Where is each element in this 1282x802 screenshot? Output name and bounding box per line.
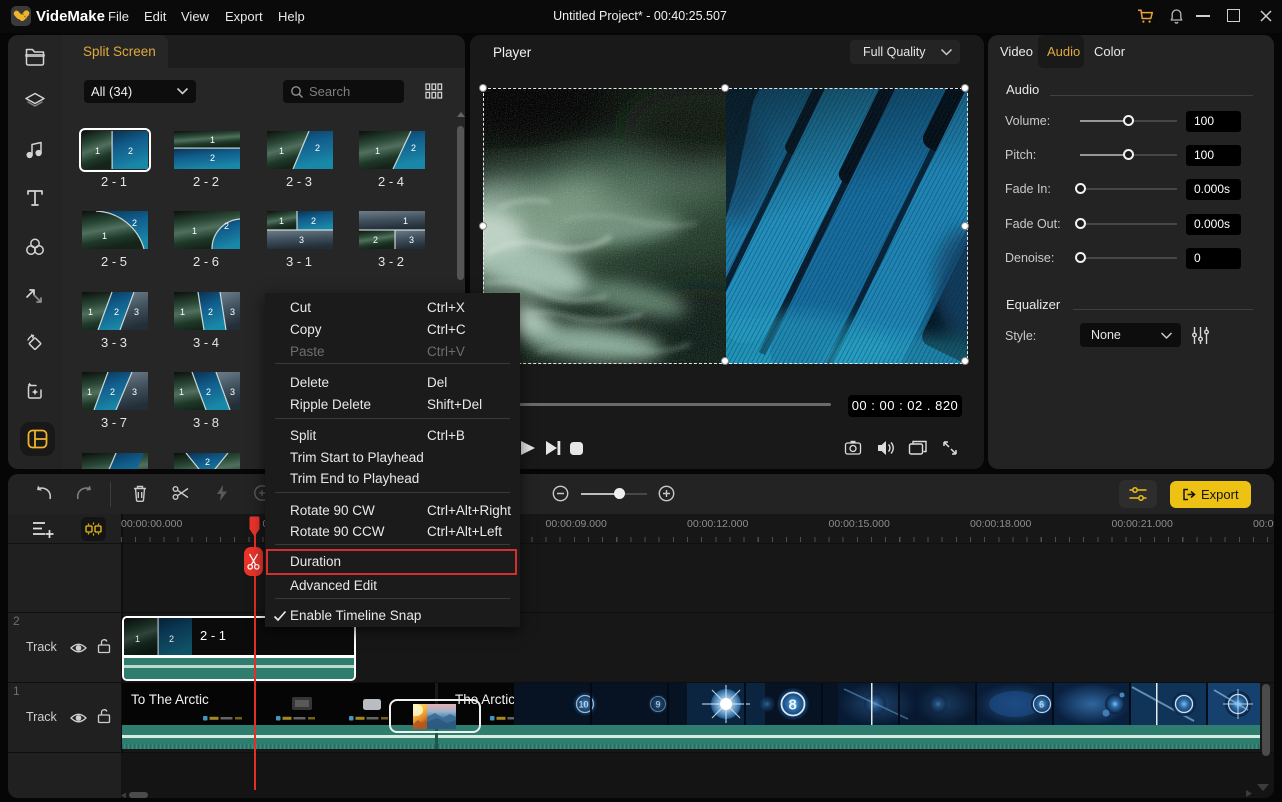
- svg-text:2: 2: [114, 307, 119, 317]
- svg-text:To The Arctic: To The Arctic: [131, 692, 209, 707]
- svg-text:2: 2: [224, 221, 229, 231]
- svg-text:2: 2: [311, 216, 316, 226]
- svg-text:2: 2: [128, 146, 133, 156]
- svg-text:2: 2: [210, 153, 215, 163]
- svg-text:3: 3: [134, 307, 139, 317]
- svg-text:3: 3: [409, 235, 414, 245]
- svg-text:3: 3: [299, 235, 304, 245]
- svg-text:1: 1: [87, 387, 92, 397]
- svg-text:2: 2: [315, 143, 320, 153]
- svg-text:1: 1: [210, 135, 215, 145]
- svg-text:1: 1: [375, 146, 380, 156]
- svg-text:1: 1: [179, 387, 184, 397]
- svg-text:1: 1: [180, 307, 185, 317]
- svg-text:1: 1: [102, 231, 107, 241]
- svg-text:9: 9: [656, 700, 661, 710]
- svg-text:2: 2: [122, 468, 127, 469]
- svg-text:2: 2: [411, 143, 416, 153]
- svg-text:1: 1: [135, 634, 140, 644]
- svg-text:1: 1: [95, 146, 100, 156]
- svg-text:1: 1: [279, 146, 284, 156]
- svg-text:6: 6: [1039, 700, 1044, 710]
- svg-text:3: 3: [132, 387, 137, 397]
- svg-text:1: 1: [279, 216, 284, 226]
- svg-text:3: 3: [230, 307, 235, 317]
- svg-text:2: 2: [206, 387, 211, 397]
- svg-text:1: 1: [403, 216, 408, 226]
- svg-text:1: 1: [88, 307, 93, 317]
- svg-text:2: 2: [110, 387, 115, 397]
- svg-text:2: 2: [208, 307, 213, 317]
- svg-text:10: 10: [579, 700, 589, 710]
- svg-text:2: 2: [169, 634, 174, 644]
- svg-text:1: 1: [90, 468, 95, 469]
- svg-text:2: 2: [132, 218, 137, 228]
- svg-text:3: 3: [230, 387, 235, 397]
- svg-text:2: 2: [205, 457, 210, 467]
- svg-text:1: 1: [192, 226, 197, 236]
- svg-text:8: 8: [789, 697, 797, 714]
- svg-text:2: 2: [373, 235, 378, 245]
